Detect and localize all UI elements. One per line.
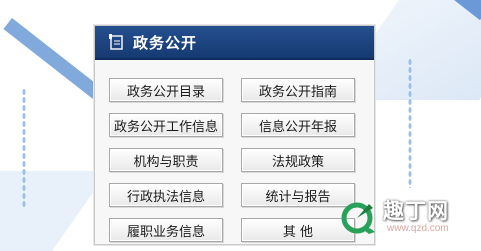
link-work-info-button[interactable]: 政务公开工作信息 xyxy=(109,113,223,137)
watermark-brand: 趣丁网 xyxy=(383,198,449,223)
decor-shape-bottom-left xyxy=(0,171,109,251)
gov-affairs-panel: 政务公开 政务公开目录 政务公开指南 政务公开工作信息 信息公开年报 机构与职责… xyxy=(94,25,375,245)
document-icon xyxy=(107,33,125,51)
link-other-button[interactable]: 其 他 xyxy=(241,218,355,242)
decor-dots-left xyxy=(22,88,26,208)
link-statistics-button[interactable]: 统计与报告 xyxy=(241,183,355,207)
decor-stripe-left xyxy=(3,18,107,103)
panel-title: 政务公开 xyxy=(133,33,198,52)
link-grid: 政务公开目录 政务公开指南 政务公开工作信息 信息公开年报 机构与职责 法规政策… xyxy=(95,60,374,242)
link-law-enforcement-button[interactable]: 行政执法信息 xyxy=(109,183,223,207)
link-regulations-button[interactable]: 法规政策 xyxy=(241,148,355,172)
decor-dots-right xyxy=(408,58,412,188)
watermark-url: www.qzd.com xyxy=(387,222,449,234)
link-org-duties-button[interactable]: 机构与职责 xyxy=(109,148,223,172)
link-duty-business-button[interactable]: 履职业务信息 xyxy=(109,218,223,242)
brand-leaf-icon xyxy=(339,196,379,236)
link-catalog-button[interactable]: 政务公开目录 xyxy=(109,78,223,102)
link-annual-report-button[interactable]: 信息公开年报 xyxy=(241,113,355,137)
panel-header: 政务公开 xyxy=(95,26,374,60)
watermark-logo: 趣丁网 www.qzd.com xyxy=(339,192,479,240)
link-guide-button[interactable]: 政务公开指南 xyxy=(241,78,355,102)
